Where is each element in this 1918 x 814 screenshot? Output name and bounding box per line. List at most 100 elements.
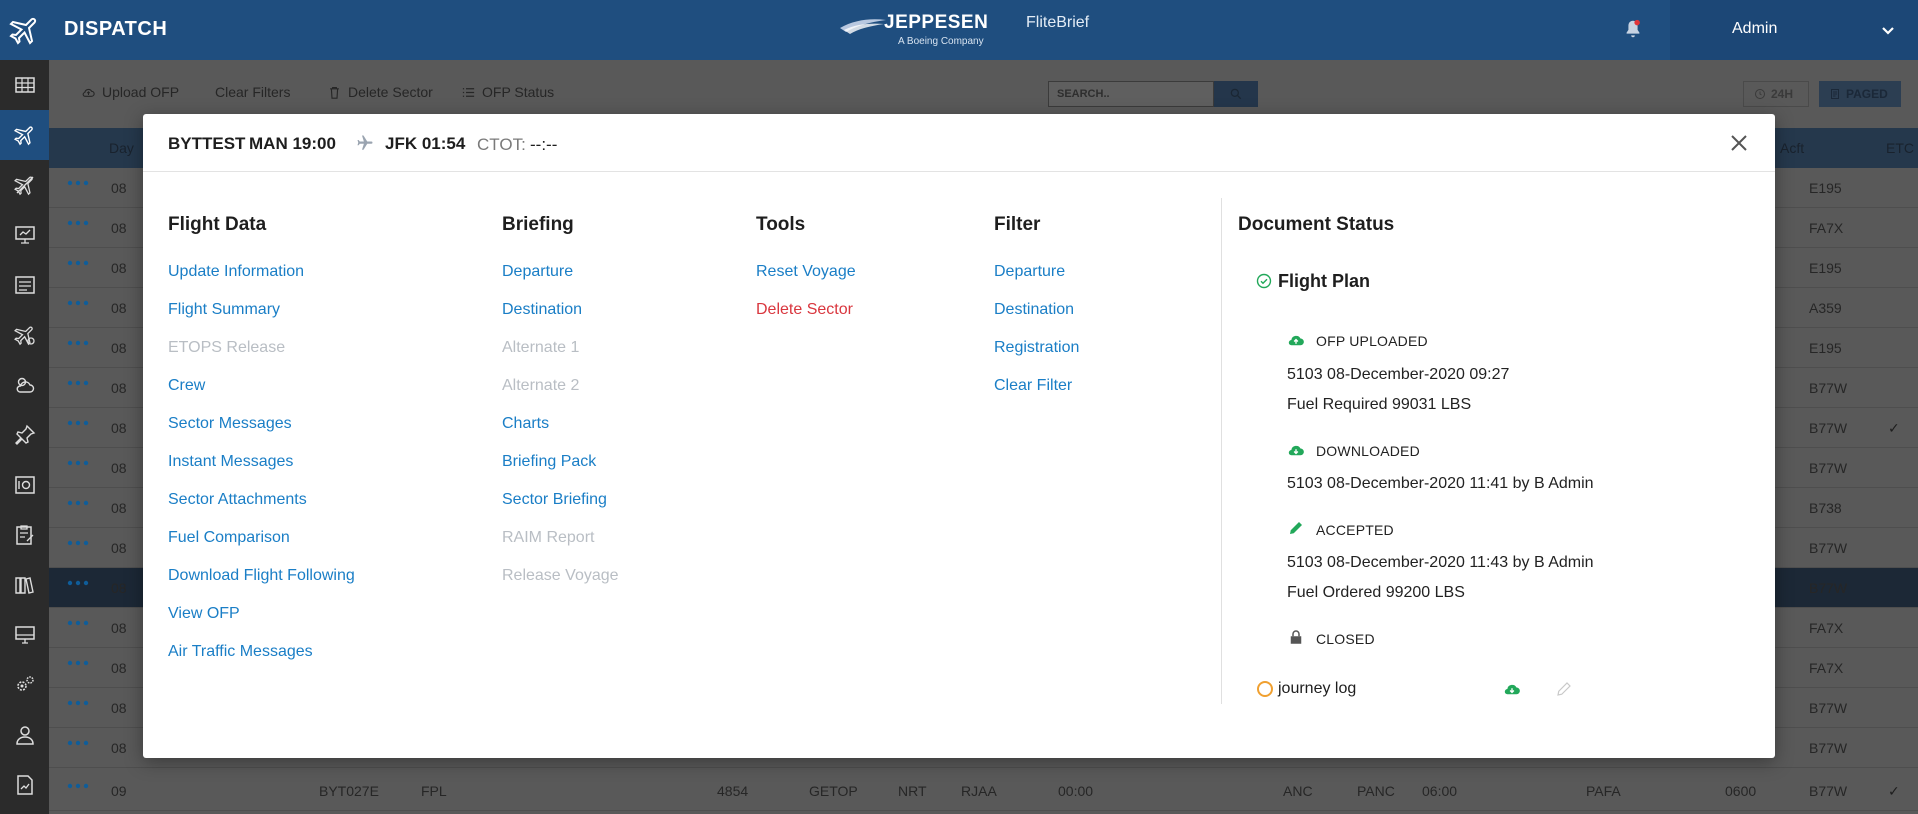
sector-attachments-link[interactable]: Sector Attachments xyxy=(168,491,307,509)
close-icon[interactable] xyxy=(1729,133,1749,153)
instant-messages-link[interactable]: Instant Messages xyxy=(168,453,293,471)
more-options-icon[interactable] xyxy=(67,620,89,626)
clock-icon xyxy=(1755,89,1765,99)
departure-info: MAN 19:00 xyxy=(249,134,336,153)
cell-alt2: PAFA xyxy=(1586,783,1621,799)
user-menu[interactable]: Admin xyxy=(1670,0,1918,60)
cell-acft: B77W xyxy=(1809,580,1848,596)
ofp-uploaded-detail: 5103 08-December-2020 09:27 xyxy=(1287,366,1510,383)
column-header-etc[interactable]: ETC xyxy=(1886,140,1914,156)
sidebar-item-presentation[interactable] xyxy=(0,210,49,260)
sector-messages-link[interactable]: Sector Messages xyxy=(168,415,292,433)
document-chart-icon xyxy=(16,775,33,795)
sidebar-item-dispatch[interactable] xyxy=(0,110,49,160)
delete-sector-link[interactable]: Delete Sector xyxy=(756,301,853,319)
sidebar-item-list[interactable] xyxy=(0,260,49,310)
ofp-status-label: OFP Status xyxy=(482,84,555,100)
view-ofp-link[interactable]: View OFP xyxy=(168,605,240,623)
more-options-icon[interactable] xyxy=(67,783,89,789)
chevron-down-icon xyxy=(1882,27,1894,35)
cell-day: 08 xyxy=(111,220,127,236)
cell-alt: ANC xyxy=(1283,783,1313,799)
cell-day: 08 xyxy=(111,620,127,636)
sidebar-item-grid[interactable] xyxy=(0,60,49,110)
cloud-download-icon[interactable] xyxy=(1503,680,1521,698)
view-paged-button[interactable]: PAGED xyxy=(1819,81,1901,107)
column-header-acft[interactable]: Acft xyxy=(1780,140,1804,156)
filter-title: Filter xyxy=(994,214,1041,235)
fuel-required-detail: Fuel Required 99031 LBS xyxy=(1287,396,1472,413)
air-traffic-messages-link[interactable]: Air Traffic Messages xyxy=(168,643,313,661)
more-options-icon[interactable] xyxy=(67,180,89,186)
more-options-icon[interactable] xyxy=(67,220,89,226)
more-options-icon[interactable] xyxy=(67,700,89,706)
user-icon xyxy=(15,726,34,745)
search-button[interactable] xyxy=(1214,81,1258,107)
gears-icon xyxy=(16,676,34,691)
more-options-icon[interactable] xyxy=(67,380,89,386)
fuel-comparison-link[interactable]: Fuel Comparison xyxy=(168,529,290,547)
filter-registration-link[interactable]: Registration xyxy=(994,339,1079,357)
more-options-icon[interactable] xyxy=(67,260,89,266)
crew-link[interactable]: Crew xyxy=(168,377,205,395)
more-options-icon[interactable] xyxy=(67,300,89,306)
upload-ofp-button[interactable]: Upload OFP xyxy=(81,84,179,100)
more-options-icon[interactable] xyxy=(67,580,89,586)
notification-bell-icon[interactable] xyxy=(1622,17,1644,41)
safe-icon xyxy=(14,476,35,494)
table-row[interactable]: 09 BYT027E FPL 4854 GETOP NRT RJAA 00:00… xyxy=(49,771,1918,811)
sidebar-item-user[interactable] xyxy=(0,710,49,760)
sidebar-item-library[interactable] xyxy=(0,560,49,610)
reset-voyage-link[interactable]: Reset Voyage xyxy=(756,263,856,281)
jeppesen-swoosh-icon xyxy=(840,19,886,34)
column-divider xyxy=(1221,198,1222,704)
sidebar-item-weather[interactable] xyxy=(0,360,49,410)
view-24h-button[interactable]: 24H xyxy=(1743,81,1809,107)
journey-log-label: journey log xyxy=(1278,680,1357,697)
sidebar xyxy=(0,60,49,814)
sidebar-item-clipboard[interactable] xyxy=(0,510,49,560)
tools-title: Tools xyxy=(756,214,806,235)
weather-icon xyxy=(16,377,34,393)
check-circle-icon xyxy=(1256,273,1272,289)
cell-acft: B77W xyxy=(1809,740,1848,756)
briefing-destination-link[interactable]: Destination xyxy=(502,301,582,319)
sidebar-item-settings[interactable] xyxy=(0,660,49,710)
flight-summary-link[interactable]: Flight Summary xyxy=(168,301,280,319)
more-options-icon[interactable] xyxy=(67,460,89,466)
column-header-day[interactable]: Day xyxy=(109,140,134,156)
sidebar-item-monitor[interactable] xyxy=(0,610,49,660)
pencil-icon[interactable] xyxy=(1555,680,1573,698)
briefing-departure-link[interactable]: Departure xyxy=(502,263,573,281)
more-options-icon[interactable] xyxy=(67,500,89,506)
cell-acft: FA7X xyxy=(1809,220,1844,236)
more-options-icon[interactable] xyxy=(67,660,89,666)
update-information-link[interactable]: Update Information xyxy=(168,263,304,281)
more-options-icon[interactable] xyxy=(67,340,89,346)
charts-link[interactable]: Charts xyxy=(502,415,549,433)
briefing-pack-link[interactable]: Briefing Pack xyxy=(502,453,596,471)
cell-acft: B77W xyxy=(1809,460,1848,476)
sector-briefing-link[interactable]: Sector Briefing xyxy=(502,491,607,509)
delete-sector-button[interactable]: Delete Sector xyxy=(327,84,433,100)
clear-filters-button[interactable]: Clear Filters xyxy=(215,84,290,100)
cell-alt-icao: PANC xyxy=(1357,783,1395,799)
sidebar-item-safe[interactable] xyxy=(0,460,49,510)
more-options-icon[interactable] xyxy=(67,420,89,426)
filter-destination-link[interactable]: Destination xyxy=(994,301,1074,319)
cloud-upload-icon xyxy=(1288,335,1304,346)
search-input[interactable]: SEARCH.. xyxy=(1048,81,1214,107)
sidebar-item-plane-settings[interactable] xyxy=(0,310,49,360)
more-options-icon[interactable] xyxy=(67,540,89,546)
books-icon xyxy=(14,577,34,594)
ofp-status-button[interactable]: OFP Status xyxy=(461,84,554,100)
sidebar-item-document[interactable] xyxy=(0,760,49,810)
briefing-title: Briefing xyxy=(502,214,574,235)
sidebar-item-crossed-plane[interactable] xyxy=(0,160,49,210)
filter-departure-link[interactable]: Departure xyxy=(994,263,1065,281)
cell-dest: NRT xyxy=(898,783,927,799)
clear-filter-link[interactable]: Clear Filter xyxy=(994,377,1072,395)
sidebar-item-pin[interactable] xyxy=(0,410,49,460)
download-flight-following-link[interactable]: Download Flight Following xyxy=(168,567,355,585)
more-options-icon[interactable] xyxy=(67,740,89,746)
